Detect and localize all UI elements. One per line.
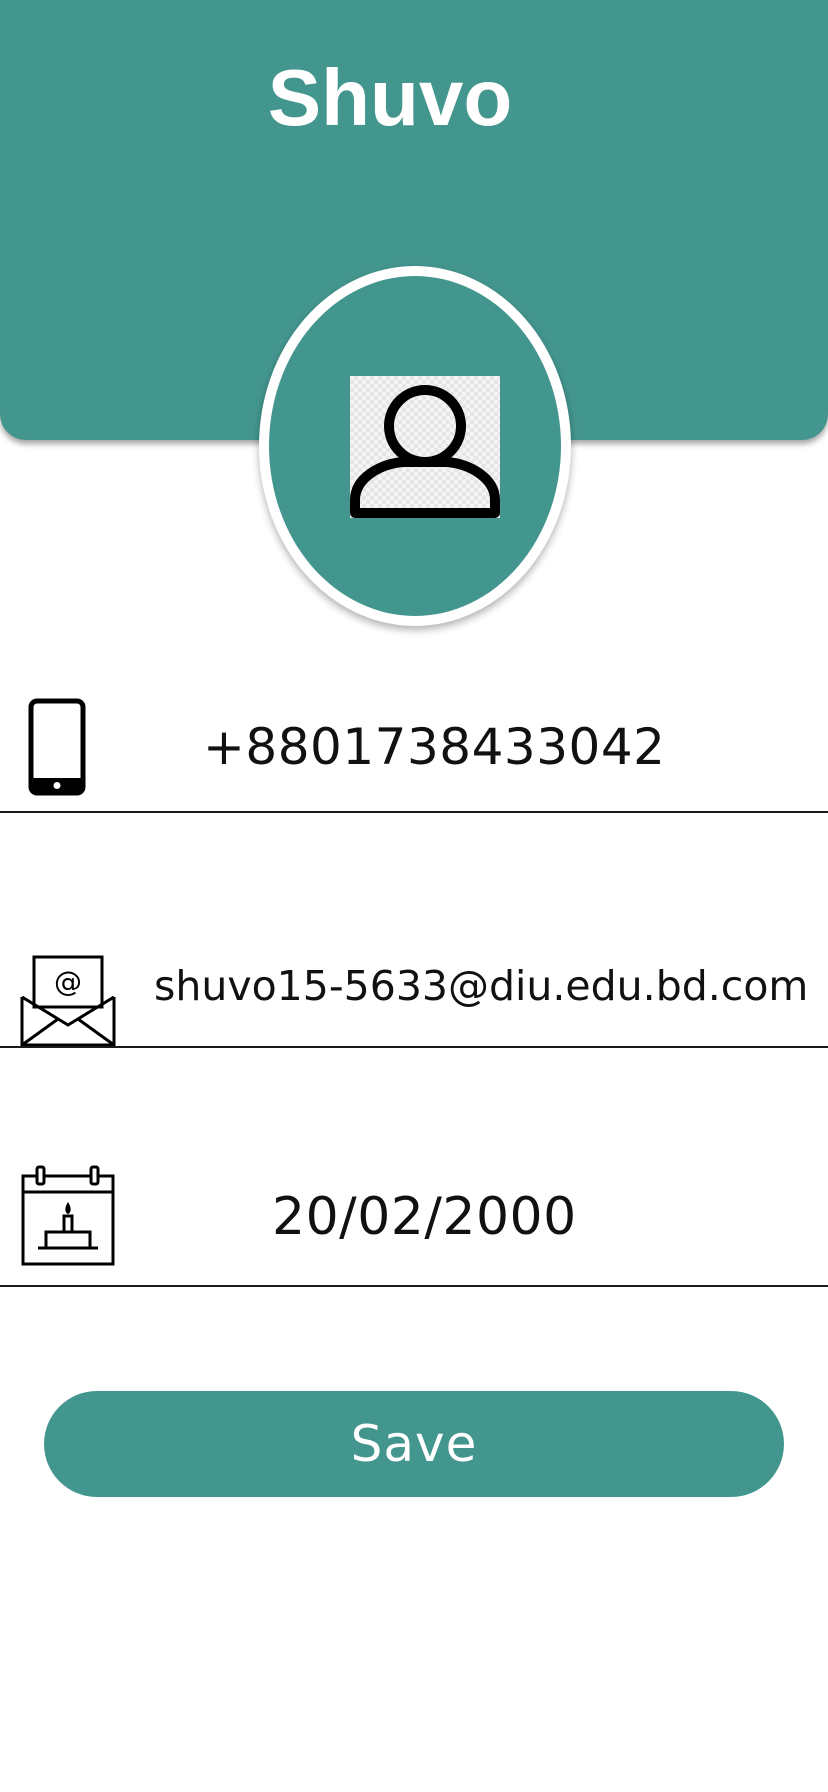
birth-date-field[interactable]: 20/02/2000 xyxy=(272,1191,577,1243)
email-field[interactable]: shuvo15-5633@diu.edu.bd.com xyxy=(154,966,808,1007)
avatar-frame[interactable] xyxy=(259,266,571,626)
save-button[interactable]: Save xyxy=(44,1391,784,1497)
svg-text:@: @ xyxy=(54,965,82,998)
email-row: @ shuvo15-5633@diu.edu.bd.com xyxy=(0,945,828,1050)
birth-date-row: 20/02/2000 xyxy=(0,1160,828,1290)
mobile-phone-icon xyxy=(28,698,86,800)
phone-row: +8801738433042 xyxy=(0,690,828,815)
birthday-calendar-icon xyxy=(20,1164,116,1272)
avatar xyxy=(269,276,561,616)
phone-field[interactable]: +8801738433042 xyxy=(203,722,665,772)
profile-name: Shuvo xyxy=(267,53,513,142)
phone-underline xyxy=(0,811,828,813)
envelope-at-icon: @ xyxy=(20,953,116,1053)
email-underline xyxy=(0,1046,828,1048)
birth-date-underline xyxy=(0,1285,828,1287)
user-avatar-icon xyxy=(350,376,500,518)
